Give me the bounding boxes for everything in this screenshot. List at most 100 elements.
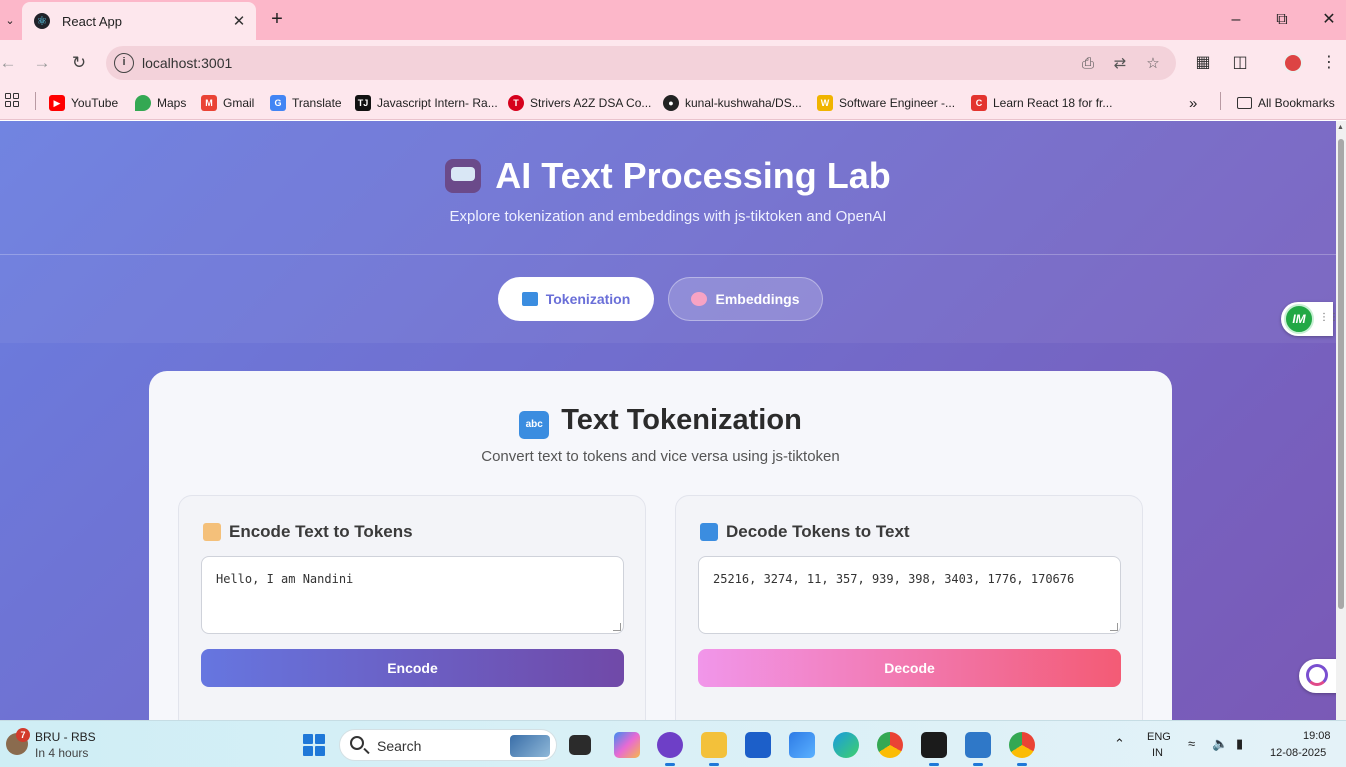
clock-date[interactable]: 12-08-2025: [1270, 747, 1326, 759]
extension-logo: IM: [1284, 304, 1314, 334]
headset-icon: [1306, 664, 1328, 686]
bookmark-learn-react[interactable]: C Learn React 18 for fr...: [971, 92, 1112, 114]
profile-avatar[interactable]: [1283, 53, 1303, 73]
tab-search-chevron-icon[interactable]: ⌄: [0, 8, 20, 32]
url-text[interactable]: localhost:3001: [142, 55, 232, 71]
restore-window-icon[interactable]: ⧉: [1270, 8, 1294, 32]
bookmark-label: Translate: [292, 96, 342, 110]
microsoft-store-icon[interactable]: [745, 732, 771, 758]
notepad-icon[interactable]: [965, 732, 991, 766]
apps-grid-icon[interactable]: [5, 93, 19, 107]
edge-browser-icon[interactable]: [833, 732, 859, 758]
site-info-icon[interactable]: i: [114, 53, 134, 73]
chrome-icon[interactable]: [877, 732, 903, 758]
back-arrow-icon[interactable]: ←: [0, 51, 20, 75]
start-windows-icon[interactable]: [303, 734, 325, 756]
tab-label: Tokenization: [545, 291, 631, 307]
bookmark-maps[interactable]: Maps: [135, 92, 186, 114]
bookmark-label: YouTube: [71, 96, 119, 110]
tab-embeddings[interactable]: Embeddings: [668, 277, 823, 321]
encode-panel: Encode Text to Tokens Hello, I am Nandin…: [178, 495, 646, 720]
abc-icon: abc: [519, 411, 550, 439]
volume-icon[interactable]: 🔈: [1212, 736, 1228, 752]
extensions-puzzle-icon[interactable]: ◫: [1228, 51, 1252, 75]
new-tab-plus-icon[interactable]: +: [266, 8, 288, 30]
brain-icon: [691, 292, 708, 306]
bookmark-divider: [1220, 92, 1221, 110]
weather-eta[interactable]: In 4 hours: [35, 746, 88, 760]
encode-textarea[interactable]: Hello, I am Nandini: [201, 556, 624, 634]
bookmark-javascript-intern[interactable]: TJ Javascript Intern- Ra...: [355, 92, 498, 114]
bookmark-label: Learn React 18 for fr...: [993, 96, 1113, 110]
tj-logo-icon: TJ: [355, 95, 371, 111]
more-bookmarks-chevron-icon[interactable]: »: [1189, 92, 1197, 114]
decode-textarea[interactable]: 25216, 3274, 11, 357, 939, 398, 3403, 17…: [698, 556, 1121, 634]
file-explorer-icon[interactable]: [701, 732, 727, 766]
bookmark-label: kunal-kushwaha/DS...: [685, 96, 802, 110]
task-view-icon[interactable]: [569, 735, 591, 755]
browser-toolbar: ← → ↻ i localhost:3001 ⎙ ⇄ ☆ ▦ ◫ ⋮: [0, 40, 1346, 86]
maps-pin-icon: [135, 95, 151, 111]
todo-check-icon[interactable]: [789, 732, 815, 758]
encode-button[interactable]: Encode: [201, 649, 624, 687]
close-window-icon[interactable]: ✕: [1317, 8, 1341, 32]
bookmark-divider: [35, 92, 36, 110]
bookmark-gmail[interactable]: M Gmail: [201, 92, 254, 114]
bookmark-software-engineer[interactable]: W Software Engineer -...: [817, 92, 955, 114]
bookmark-youtube[interactable]: ▶ YouTube: [49, 92, 118, 114]
clock-time[interactable]: 19:08: [1303, 730, 1331, 742]
install-app-icon[interactable]: ⎙: [1078, 54, 1098, 74]
translate-page-icon[interactable]: ⇄: [1110, 54, 1130, 74]
floating-extension-widget[interactable]: IM ⋮⋮: [1281, 302, 1339, 336]
reload-icon[interactable]: ↻: [67, 51, 91, 75]
input-language[interactable]: ENG: [1147, 731, 1171, 743]
resize-handle-icon[interactable]: [613, 623, 621, 631]
github-desktop-icon[interactable]: [657, 732, 683, 766]
weather-location[interactable]: BRU - RBS: [35, 730, 96, 744]
bookmark-translate[interactable]: G Translate: [270, 92, 342, 114]
encode-heading-text: Encode Text to Tokens: [229, 522, 413, 541]
address-bar[interactable]: i localhost:3001 ⎙ ⇄ ☆: [106, 46, 1176, 80]
warp-terminal-icon[interactable]: [921, 732, 947, 766]
copilot-icon[interactable]: [614, 732, 640, 758]
scrollbar-thumb[interactable]: [1338, 139, 1344, 609]
page-content: AI Text Processing Lab Explore tokenizat…: [0, 121, 1346, 720]
github-icon: ●: [663, 95, 679, 111]
robot-icon: [445, 159, 482, 193]
support-headset-widget[interactable]: [1299, 659, 1339, 693]
tray-overflow-chevron-icon[interactable]: ⌃: [1114, 736, 1125, 752]
battery-icon[interactable]: ▮: [1236, 736, 1243, 752]
search-icon: [350, 736, 364, 750]
chrome-profile-icon[interactable]: [1009, 732, 1035, 766]
react-favicon-icon: ⚛: [34, 13, 50, 29]
section-title: abc Text Tokenization: [149, 404, 1172, 439]
title-bar: ⌄ ⚛ React App ✕ + – ⧉ ✕: [0, 0, 1346, 40]
resize-handle-icon[interactable]: [1110, 623, 1118, 631]
extension-pin-icon[interactable]: ▦: [1191, 51, 1215, 75]
page-scrollbar[interactable]: ▲: [1336, 121, 1346, 720]
bookmark-star-icon[interactable]: ☆: [1143, 54, 1163, 74]
all-bookmarks[interactable]: All Bookmarks: [1237, 92, 1335, 114]
decode-input-value: 25216, 3274, 11, 357, 939, 398, 3403, 17…: [713, 572, 1075, 586]
memo-icon: [203, 523, 221, 541]
app-title-text: AI Text Processing Lab: [495, 155, 891, 196]
weather-badge: 7: [16, 728, 30, 742]
minimize-window-icon[interactable]: –: [1224, 8, 1248, 32]
close-tab-icon[interactable]: ✕: [230, 12, 248, 30]
tab-title: React App: [62, 13, 122, 29]
input-region[interactable]: IN: [1152, 747, 1163, 759]
bookmark-strivers[interactable]: T Strivers A2Z DSA Co...: [508, 92, 651, 114]
windows-taskbar: 7 BRU - RBS In 4 hours Search ⌃ ENG IN ≈…: [0, 720, 1346, 767]
forward-arrow-icon[interactable]: →: [30, 51, 54, 75]
decode-button[interactable]: Decode: [698, 649, 1121, 687]
browser-tab[interactable]: ⚛ React App ✕: [22, 2, 256, 40]
tab-tokenization[interactable]: Tokenization: [498, 277, 654, 321]
wifi-icon[interactable]: ≈: [1188, 736, 1195, 751]
browser-menu-icon[interactable]: ⋮: [1317, 51, 1341, 75]
bookmark-label: Strivers A2Z DSA Co...: [530, 96, 652, 110]
bookmark-github-kunal[interactable]: ● kunal-kushwaha/DS...: [663, 92, 802, 114]
translate-icon: G: [270, 95, 286, 111]
scroll-up-arrow-icon[interactable]: ▲: [1337, 124, 1344, 131]
taskbar-search[interactable]: Search: [339, 729, 557, 761]
mode-tabs: Tokenization Embeddings: [0, 255, 1336, 343]
